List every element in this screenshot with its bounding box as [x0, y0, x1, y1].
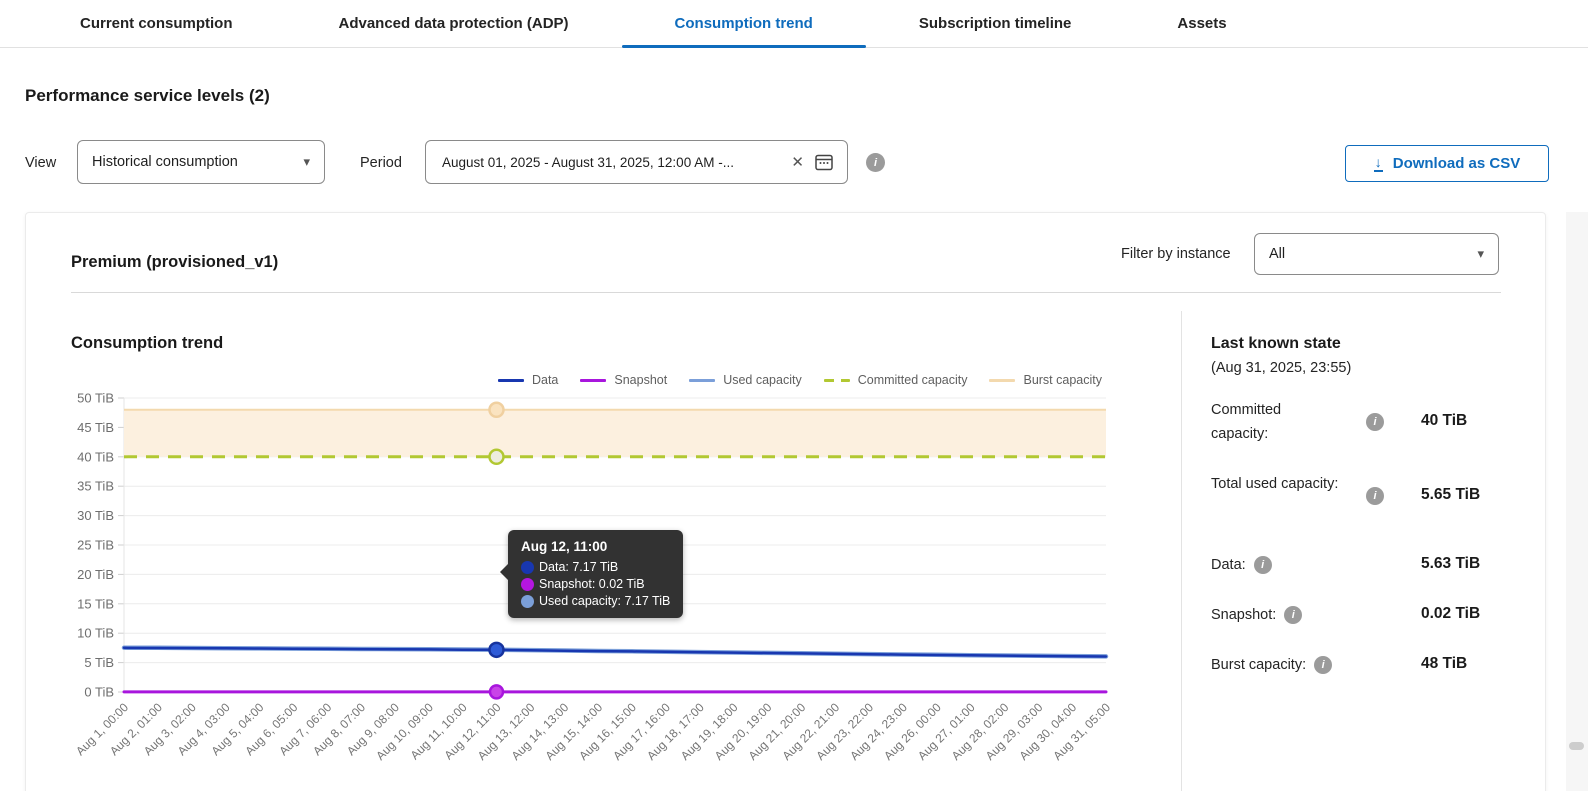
info-icon[interactable]: i: [1284, 606, 1302, 624]
chart-legend: Data Snapshot Used capacity Committed capac…: [498, 373, 1102, 387]
chart-tooltip: Aug 12, 11:00 Data: 7.17 TiB Snapshot: 0.…: [508, 530, 683, 618]
service-level-card: Premium (provisioned_v1) Filter by insta…: [25, 212, 1546, 791]
scrollbar-thumb[interactable]: [1569, 742, 1584, 750]
calendar-icon[interactable]: [813, 151, 835, 173]
tooltip-text: Data: 7.17 TiB: [539, 560, 618, 574]
scrollbar[interactable]: [1566, 212, 1588, 791]
legend-swatch: [824, 379, 850, 382]
period-info-icon[interactable]: i: [866, 153, 885, 172]
page-title: Performance service levels (2): [25, 86, 270, 106]
y-axis-label: 45 TiB: [77, 420, 114, 435]
last-known-state-panel: Last known state (Aug 31, 2025, 23:55) C…: [1211, 335, 1511, 674]
stat-value: 40 TiB: [1421, 412, 1467, 430]
y-axis-label: 15 TiB: [77, 596, 114, 611]
download-csv-button[interactable]: ↓ Download as CSV: [1345, 145, 1549, 182]
stat-value: 5.65 TiB: [1421, 486, 1480, 504]
y-axis-label: 35 TiB: [77, 479, 114, 494]
series-dot: [521, 595, 534, 608]
stat-value: 5.63 TiB: [1421, 555, 1480, 573]
legend-swatch: [580, 379, 606, 382]
stat-label: Total used capacity:: [1211, 472, 1341, 496]
clear-icon[interactable]: ✕: [782, 153, 813, 171]
legend-item-snapshot[interactable]: Snapshot: [580, 373, 667, 387]
tab-bar: Current consumption Advanced data protec…: [0, 0, 1588, 48]
consumption-dashboard: Current consumption Advanced data protec…: [0, 0, 1588, 791]
filter-by-instance-label: Filter by instance: [1121, 246, 1231, 262]
info-icon[interactable]: i: [1366, 487, 1384, 505]
stat-value: 48 TiB: [1421, 655, 1467, 673]
tooltip-row: Snapshot: 0.02 TiB: [521, 577, 670, 591]
chart-title: Consumption trend: [71, 334, 223, 353]
card-separator: [71, 292, 1501, 293]
highlight-point: [489, 643, 503, 657]
tab-current-consumption[interactable]: Current consumption: [27, 0, 286, 47]
stat-label: Burst capacity:: [1211, 657, 1306, 673]
legend-label: Used capacity: [723, 373, 802, 387]
y-axis-label: 0 TiB: [84, 685, 114, 700]
tab-assets[interactable]: Assets: [1124, 0, 1279, 47]
stat-value: 0.02 TiB: [1421, 605, 1480, 623]
info-icon[interactable]: i: [1254, 556, 1272, 574]
download-csv-label: Download as CSV: [1393, 155, 1521, 172]
tooltip-text: Snapshot: 0.02 TiB: [539, 577, 645, 591]
series-dot: [521, 578, 534, 591]
chevron-down-icon: ▾: [1477, 246, 1484, 262]
tooltip-row: Data: 7.17 TiB: [521, 560, 670, 574]
view-label: View: [25, 155, 56, 171]
stat-row-burst-capacity: Burst capacity: i 48 TiB: [1211, 655, 1511, 674]
legend-label: Committed capacity: [858, 373, 968, 387]
legend-item-data[interactable]: Data: [498, 373, 558, 387]
legend-label: Snapshot: [614, 373, 667, 387]
tab-consumption-trend[interactable]: Consumption trend: [622, 0, 866, 47]
card-title: Premium (provisioned_v1): [71, 253, 278, 272]
period-input[interactable]: August 01, 2025 - August 31, 2025, 12:00…: [425, 140, 848, 184]
view-dropdown-value: Historical consumption: [92, 154, 238, 170]
y-axis-label: 25 TiB: [77, 538, 114, 553]
tab-subscription-timeline[interactable]: Subscription timeline: [866, 0, 1125, 47]
y-axis-label: 30 TiB: [77, 508, 114, 523]
tab-advanced-data-protection[interactable]: Advanced data protection (ADP): [286, 0, 622, 47]
period-value: August 01, 2025 - August 31, 2025, 12:00…: [442, 155, 782, 170]
legend-item-committed-capacity[interactable]: Committed capacity: [824, 373, 968, 387]
chevron-down-icon: ▾: [303, 154, 310, 170]
panel-divider: [1181, 311, 1182, 791]
series-dot: [521, 561, 534, 574]
download-icon: ↓: [1374, 155, 1383, 172]
legend-swatch: [498, 379, 524, 382]
tooltip-text: Used capacity: 7.17 TiB: [539, 594, 670, 608]
stat-row-snapshot: Snapshot: i 0.02 TiB: [1211, 605, 1511, 624]
stat-label: Snapshot:: [1211, 607, 1276, 623]
legend-label: Data: [532, 373, 558, 387]
info-icon[interactable]: i: [1366, 413, 1384, 431]
highlight-point: [489, 403, 503, 417]
y-axis-label: 10 TiB: [77, 626, 114, 641]
tooltip-title: Aug 12, 11:00: [521, 539, 670, 554]
y-axis-label: 5 TiB: [84, 655, 114, 670]
y-axis-label: 40 TiB: [77, 449, 114, 464]
highlight-point: [489, 450, 503, 464]
info-icon[interactable]: i: [1314, 656, 1332, 674]
legend-label: Burst capacity: [1023, 373, 1102, 387]
stat-row-total-used-capacity: Total used capacity: i 5.65 TiB: [1211, 472, 1511, 524]
legend-swatch: [689, 379, 715, 382]
stat-label: Committed capacity:: [1211, 398, 1341, 446]
burst-capacity-band: [124, 410, 1106, 457]
y-axis-label: 20 TiB: [77, 567, 114, 582]
highlight-point: [490, 685, 503, 698]
period-label: Period: [360, 155, 402, 171]
tooltip-row: Used capacity: 7.17 TiB: [521, 594, 670, 608]
legend-swatch: [989, 379, 1015, 382]
panel-title: Last known state: [1211, 335, 1511, 353]
instance-filter-value: All: [1269, 246, 1285, 262]
view-dropdown[interactable]: Historical consumption ▾: [77, 140, 325, 184]
panel-subtitle: (Aug 31, 2025, 23:55): [1211, 360, 1511, 376]
stat-row-committed-capacity: Committed capacity: i 40 TiB: [1211, 398, 1511, 450]
stat-row-data: Data: i 5.63 TiB: [1211, 555, 1511, 574]
y-axis-label: 50 TiB: [77, 391, 114, 406]
stat-label: Data:: [1211, 557, 1246, 573]
legend-item-burst-capacity[interactable]: Burst capacity: [989, 373, 1102, 387]
instance-filter-dropdown[interactable]: All ▾: [1254, 233, 1499, 275]
legend-item-used-capacity[interactable]: Used capacity: [689, 373, 802, 387]
